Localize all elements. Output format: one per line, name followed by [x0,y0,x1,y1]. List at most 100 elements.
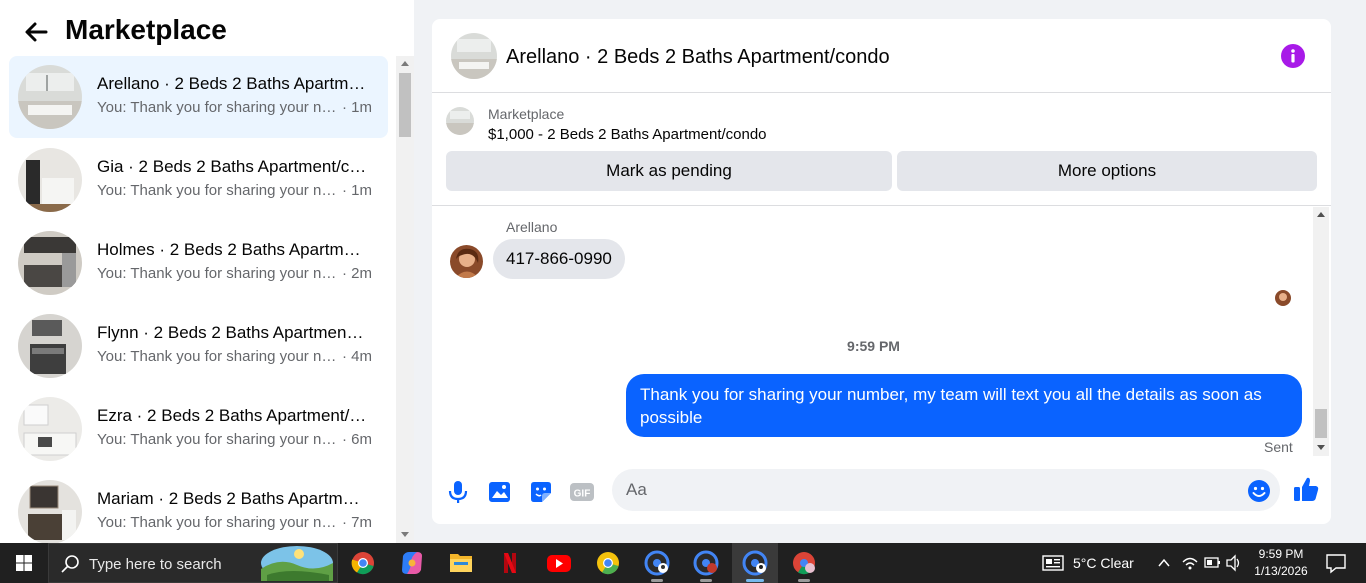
sidebar-scrollbar[interactable] [396,56,414,543]
info-icon [1291,49,1295,63]
listing-source: Marketplace [488,106,565,122]
scroll-down-arrow-icon[interactable] [1317,445,1325,450]
conversation-item[interactable]: Mariam · 2 Beds 2 Baths Apartment/condo … [9,471,388,543]
taskbar-netflix[interactable] [487,543,533,583]
taskbar-clock[interactable]: 9:59 PM 1/13/2026 [1250,543,1312,583]
conversation-snippet: You: Thank you for sharing your nu... [97,514,342,531]
windows-taskbar: Type here to search 5°C Clear 9:59 PM 1/… [0,543,1366,583]
chrome-profile-icon [693,550,719,576]
message-status: Sent [1264,439,1293,455]
chat-title[interactable]: Arellano · 2 Beds 2 Baths Apartment/cond… [506,46,890,69]
chevron-up-icon[interactable] [1154,543,1174,583]
back-button[interactable] [22,18,50,46]
gif-button[interactable]: GIF [569,479,595,505]
wifi-icon[interactable] [1180,543,1200,583]
conversation-item[interactable]: Gia · 2 Beds 2 Baths Apartment/condo You… [9,139,388,221]
taskbar-file-explorer[interactable] [438,543,484,583]
conversation-sidebar: Marketplace Arellano · 2 Beds 2 Baths Ap… [0,0,414,543]
mark-as-pending-button[interactable]: Mark as pending [446,151,892,191]
conversation-item[interactable]: Ezra · 2 Beds 2 Baths Apartment/condo Yo… [9,388,388,470]
scroll-up-arrow-icon[interactable] [401,61,409,66]
like-button[interactable] [1292,475,1320,503]
taskbar-chrome-profile-active[interactable] [732,543,778,583]
incoming-message[interactable]: 417-866-0990 [493,239,625,279]
sender-name: Arellano [506,219,558,235]
listing-avatar [18,148,82,212]
listing-banner: Marketplace $1,000 - 2 Beds 2 Baths Apar… [432,94,1331,206]
conversation-item[interactable]: Arellano · 2 Beds 2 Baths Apartment/cond… [9,56,388,138]
conversation-snippet: You: Thank you for sharing your nu... [97,265,342,282]
conversation-snippet: You: Thank you for sharing your nu... [97,99,342,116]
chat-header: Arellano · 2 Beds 2 Baths Apartment/cond… [432,19,1331,93]
listing-title[interactable]: $1,000 - 2 Beds 2 Baths Apartment/condo [488,126,767,143]
sidebar-header: Marketplace [0,0,414,56]
message-input[interactable] [612,469,1280,511]
running-indicator [798,579,810,582]
start-button[interactable] [0,543,48,583]
more-options-button[interactable]: More options [897,151,1317,191]
chat-avatar[interactable] [451,33,497,79]
taskbar-search-placeholder: Type here to search [89,556,222,573]
taskbar-chrome-profile[interactable] [781,543,827,583]
system-tray [1152,543,1248,583]
listing-avatar [18,397,82,461]
taskbar-copilot[interactable] [389,543,435,583]
conversation-item[interactable]: Holmes · 2 Beds 2 Baths Apartment/condo … [9,222,388,304]
taskbar-chrome-profile[interactable] [634,543,680,583]
notification-icon [1326,554,1346,574]
battery-icon[interactable] [1202,543,1222,583]
scrollbar-thumb[interactable] [399,73,411,137]
scrollbar-thumb[interactable] [1315,409,1327,438]
info-button[interactable] [1281,44,1305,68]
voice-clip-button[interactable] [445,479,471,505]
conversation-name: Mariam · 2 Beds 2 Baths Apartment/condo [97,489,367,508]
taskbar-chrome-profile[interactable] [683,543,729,583]
listing-avatar [18,314,82,378]
chrome-icon [351,552,374,575]
search-icon [61,555,79,573]
copilot-icon [402,552,422,574]
conversation-snippet: You: Thank you for sharing your nu... [97,431,342,448]
scroll-up-arrow-icon[interactable] [1317,212,1325,217]
seen-indicator-avatar [1275,290,1291,306]
arrow-left-icon [25,22,48,42]
file-explorer-icon [450,554,472,572]
chrome-profile-icon [644,550,670,576]
attach-image-button[interactable] [487,479,513,505]
scroll-down-arrow-icon[interactable] [401,532,409,537]
conversation-list: Arellano · 2 Beds 2 Baths Apartment/cond… [0,56,396,543]
page-title: Marketplace [65,14,227,45]
outgoing-message[interactable]: Thank you for sharing your number, my te… [626,374,1302,437]
running-indicator [746,579,764,582]
weather-widget[interactable]: 5°C Clear [1040,543,1150,583]
message-scrollbar[interactable] [1313,207,1329,456]
sticker-button[interactable] [528,479,554,505]
taskbar-search-box[interactable]: Type here to search [48,543,338,583]
listing-thumbnail[interactable] [446,107,474,135]
sticker-icon [531,482,551,502]
page-scrollbar[interactable] [1349,0,1366,543]
taskbar-youtube[interactable] [536,543,582,583]
gif-icon: GIF [570,483,594,501]
thumbs-up-icon [1294,477,1319,501]
message-timestamp: 9:59 PM [847,338,900,354]
message-composer: GIF [432,460,1331,524]
netflix-icon [504,553,516,573]
listing-avatar [18,480,82,543]
sender-avatar[interactable] [450,245,483,278]
conversation-time: · 7m [342,514,372,531]
weather-text: 5°C Clear [1073,555,1134,571]
taskbar-chrome[interactable] [340,543,386,583]
chrome-canary-icon [597,552,619,575]
listing-avatar [18,65,82,129]
volume-icon[interactable] [1224,543,1244,583]
emoji-button[interactable] [1247,479,1271,503]
taskbar-chrome-canary[interactable] [585,543,631,583]
conversation-item[interactable]: Flynn · 2 Beds 2 Baths Apartment/condo Y… [9,305,388,387]
running-indicator [651,579,663,582]
search-highlight-icon [261,546,333,581]
conversation-name: Flynn · 2 Beds 2 Baths Apartment/condo [97,323,367,342]
listing-avatar [18,231,82,295]
newspaper-icon [1042,555,1064,571]
notification-center-button[interactable] [1318,543,1354,583]
